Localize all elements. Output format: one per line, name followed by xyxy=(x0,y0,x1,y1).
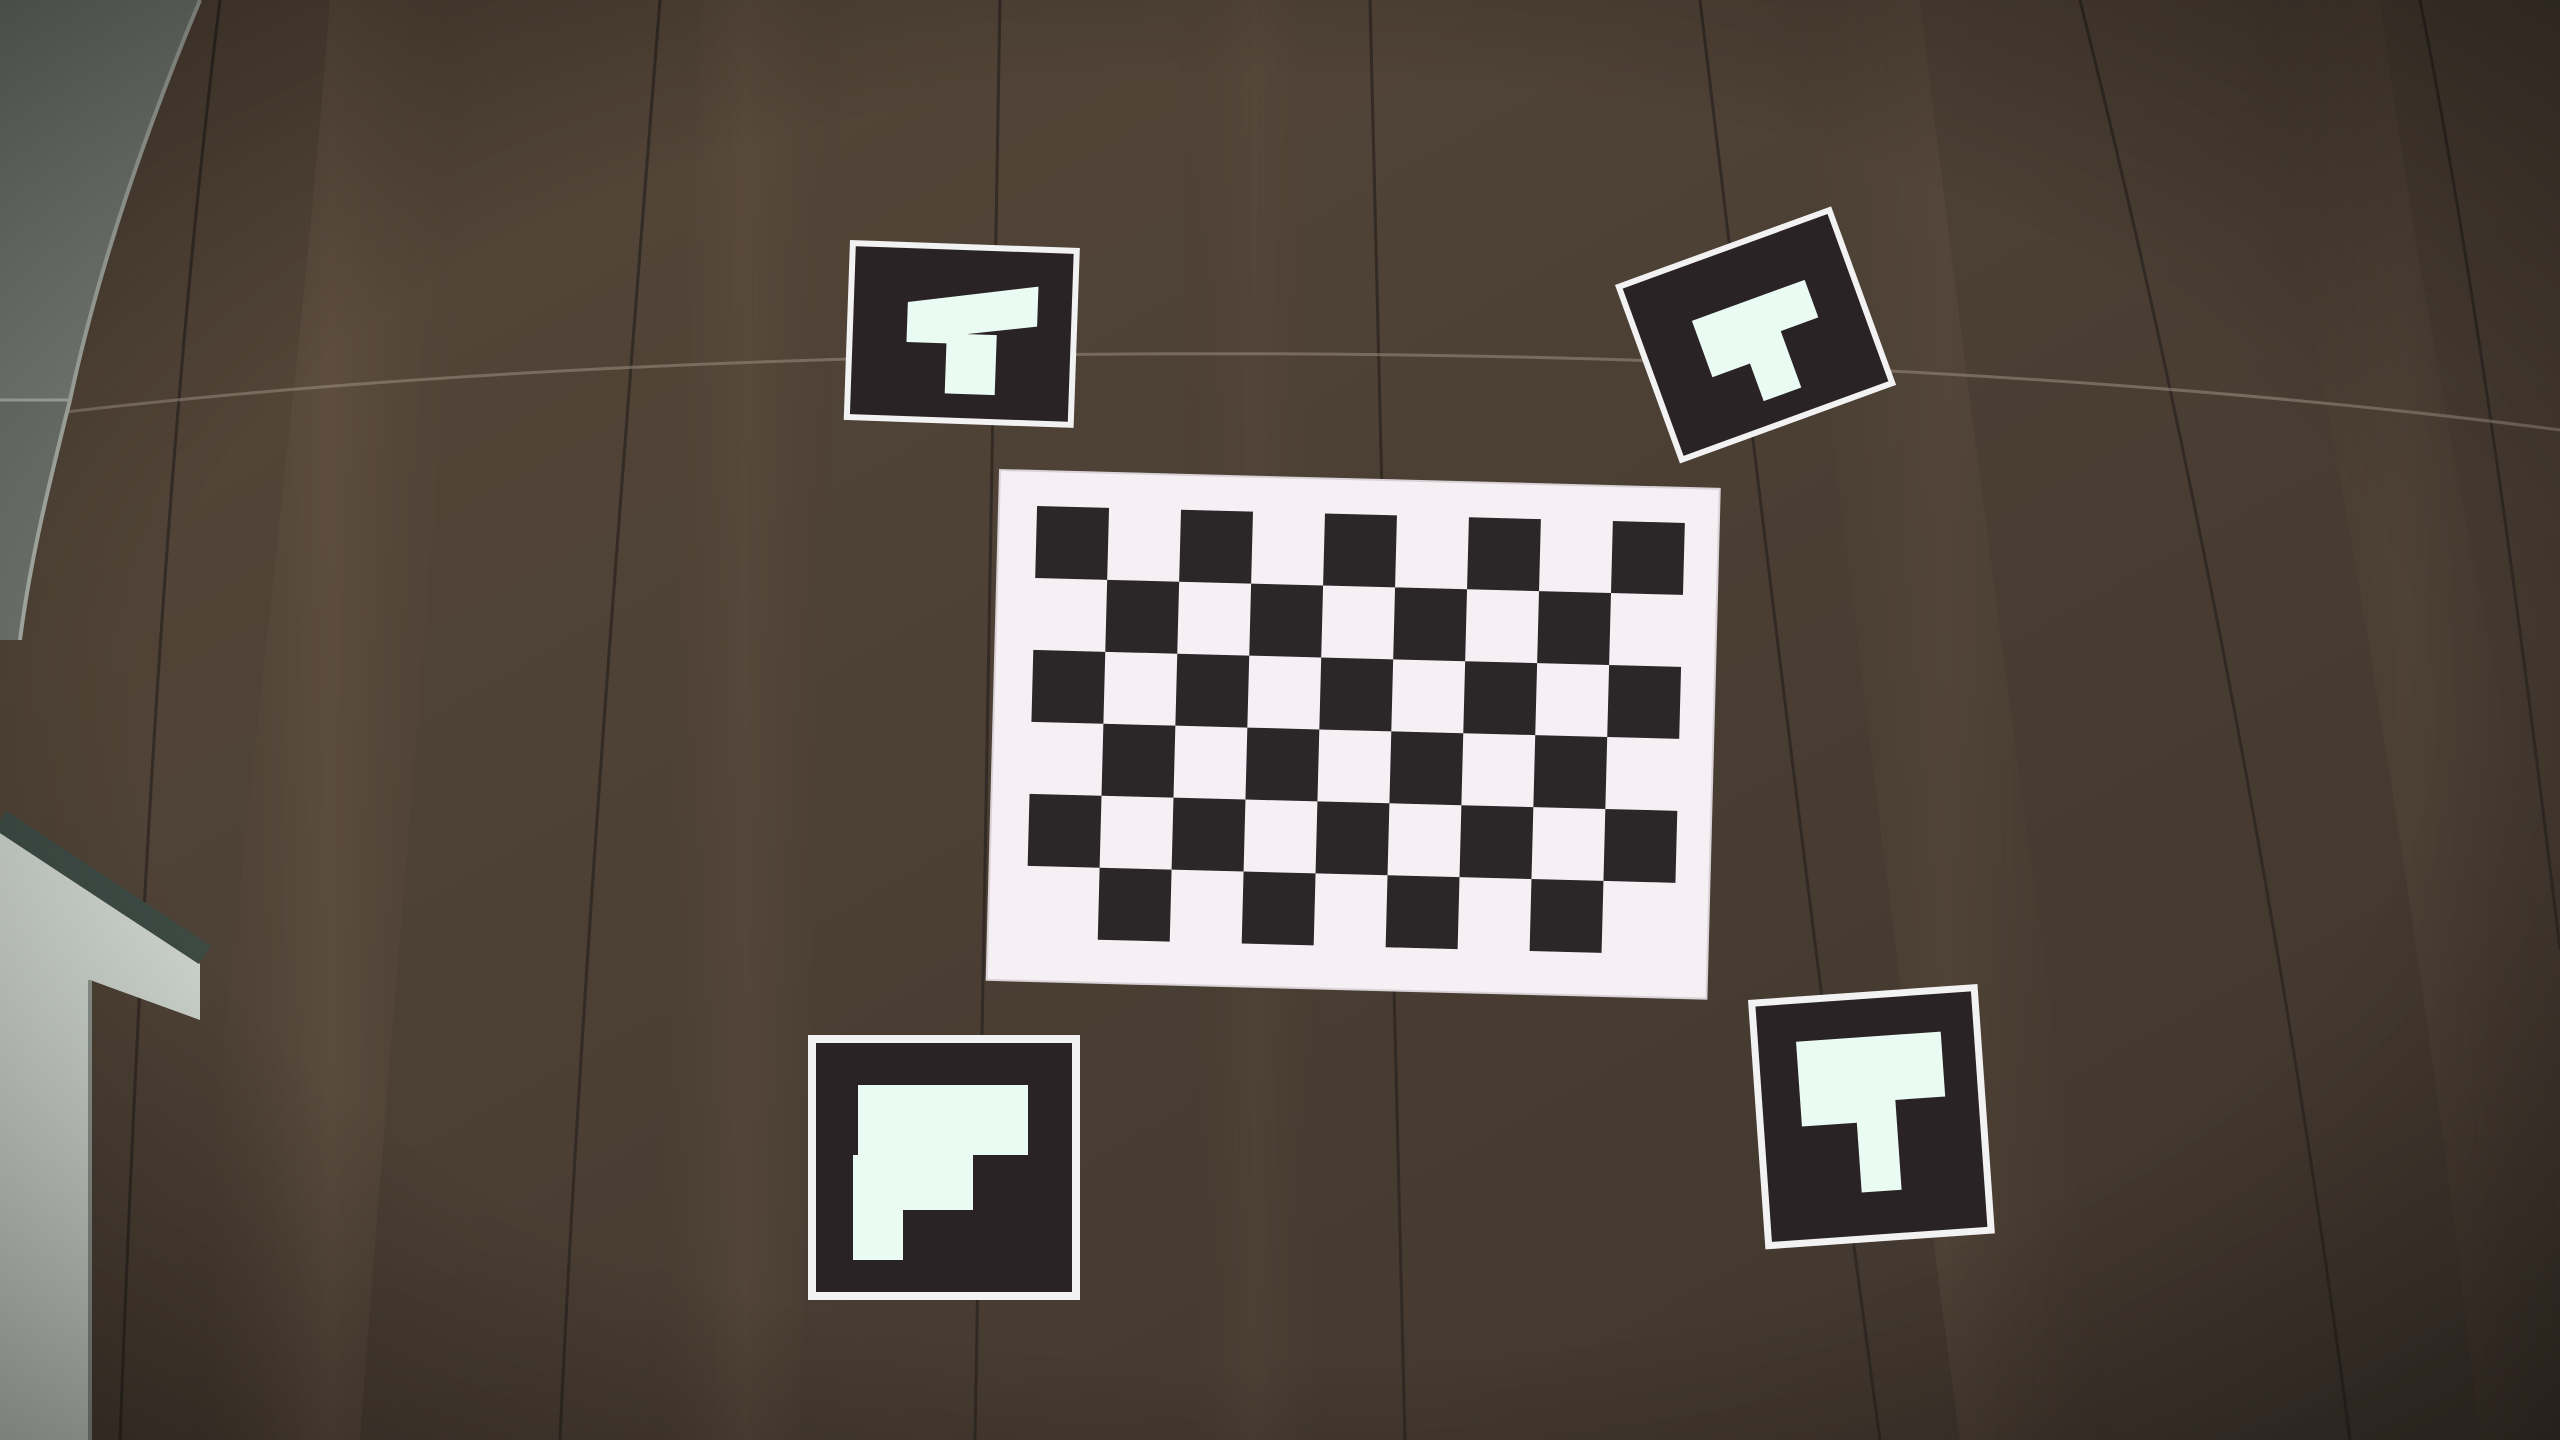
scene-svg xyxy=(0,0,2560,1440)
vignette xyxy=(0,0,2560,1440)
photo-scene xyxy=(0,0,2560,1440)
